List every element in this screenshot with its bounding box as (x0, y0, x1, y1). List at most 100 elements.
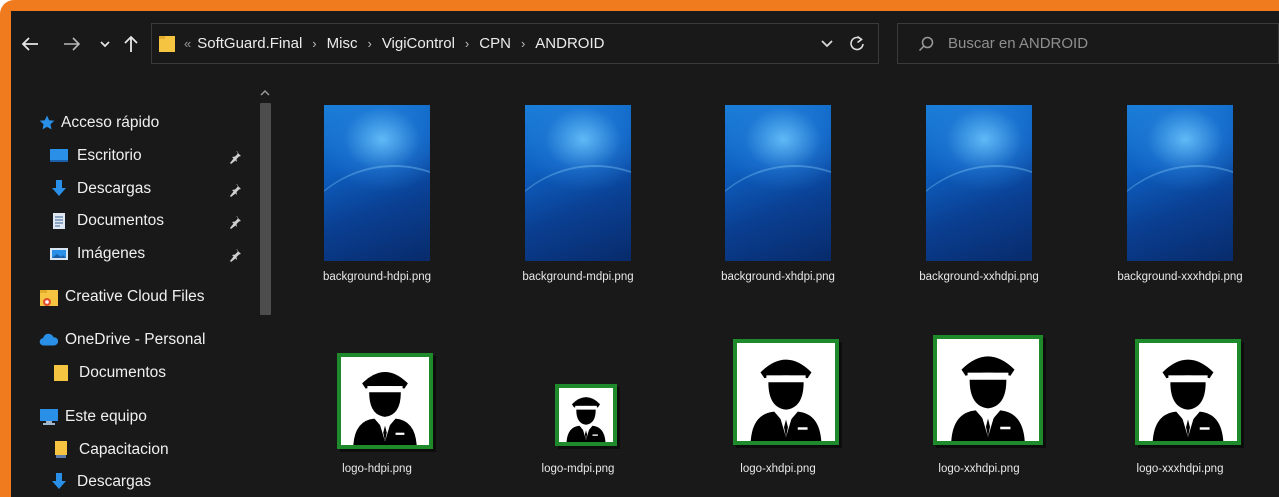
file-name: logo-mdpi.png (541, 463, 615, 475)
image-thumbnail (555, 384, 617, 446)
file-item[interactable]: logo-xhdpi.png (688, 329, 868, 479)
image-thumbnail (337, 353, 433, 449)
file-item[interactable]: logo-mdpi.png (488, 329, 668, 479)
file-item[interactable]: background-hdpi.png (287, 91, 467, 291)
scrollbar-thumb[interactable] (260, 103, 271, 315)
file-name: background-xxxhdpi.png (1117, 271, 1243, 283)
onedrive-cloud-icon (39, 330, 59, 350)
security-guard-icon (1152, 359, 1224, 441)
scroll-up-icon[interactable] (260, 85, 270, 96)
chevron-down-icon (100, 41, 110, 48)
pin-icon[interactable] (228, 150, 242, 164)
security-guard-icon (951, 356, 1025, 441)
star-icon (37, 113, 57, 133)
arrow-left-icon (21, 37, 38, 51)
sidebar-item-desktop[interactable]: Escritorio (49, 141, 142, 171)
search-icon (918, 36, 934, 52)
recent-locations-button[interactable] (97, 31, 113, 57)
sidebar-item-onedrive[interactable]: OneDrive - Personal (39, 325, 205, 355)
sidebar-item-downloads[interactable]: Descargas (49, 174, 151, 204)
breadcrumb-overflow[interactable]: « (184, 36, 191, 51)
file-list: background-hdpi.png background-mdpi.png … (274, 79, 1279, 497)
breadcrumb-separator-icon[interactable]: › (367, 36, 371, 51)
address-bar[interactable]: « SoftGuard.Final › Misc › VigiControl ›… (151, 23, 879, 64)
breadcrumb-item[interactable]: CPN (479, 35, 511, 52)
sidebar-item-documents[interactable]: Documentos (49, 206, 164, 236)
breadcrumb-separator-icon[interactable]: › (312, 36, 316, 51)
sidebar-item-this-pc-downloads[interactable]: Descargas (49, 467, 151, 497)
file-name: background-hdpi.png (322, 271, 432, 283)
search-input[interactable] (948, 35, 1248, 52)
forward-button[interactable] (59, 31, 85, 57)
image-thumbnail (525, 105, 631, 261)
navigation-toolbar: « SoftGuard.Final › Misc › VigiControl ›… (11, 11, 1279, 79)
breadcrumb-item[interactable]: SoftGuard.Final (197, 35, 302, 52)
sidebar-item-label: Descargas (77, 473, 152, 490)
image-thumbnail (1127, 105, 1233, 261)
image-thumbnail (324, 105, 430, 261)
breadcrumb-item[interactable]: VigiControl (382, 35, 455, 52)
breadcrumb-item[interactable]: ANDROID (535, 35, 604, 52)
sidebar-item-label: Descargas (77, 180, 152, 197)
sidebar-item-label: Documentos (77, 212, 165, 229)
file-name: logo-xxxhdpi.png (1136, 463, 1224, 475)
image-thumbnail (725, 105, 831, 261)
back-button[interactable] (17, 31, 43, 57)
sidebar-item-quick-access[interactable]: Acceso rápido (37, 108, 159, 138)
breadcrumb-separator-icon[interactable]: › (465, 36, 469, 51)
arrow-up-icon (124, 35, 138, 52)
address-history-dropdown[interactable] (820, 36, 834, 50)
sidebar-item-label: Capacitacion (79, 441, 169, 458)
breadcrumb-item[interactable]: Misc (327, 35, 358, 52)
security-guard-icon (750, 359, 822, 441)
breadcrumb-separator-icon[interactable]: › (521, 36, 525, 51)
refresh-icon (850, 35, 864, 51)
computer-icon (39, 407, 59, 427)
documents-icon (49, 211, 69, 231)
image-thumbnail (933, 335, 1043, 445)
sidebar-item-creative-cloud[interactable]: Creative Cloud Files (39, 282, 205, 312)
folder-icon (51, 363, 71, 383)
file-name: background-mdpi.png (522, 271, 634, 283)
breadcrumb: SoftGuard.Final › Misc › VigiControl › C… (197, 35, 604, 52)
file-name: logo-xhdpi.png (740, 463, 816, 475)
file-name: logo-xxhdpi.png (938, 463, 1020, 475)
pin-icon[interactable] (228, 183, 242, 197)
file-item[interactable]: logo-hdpi.png (287, 329, 467, 479)
file-item[interactable]: background-xxxhdpi.png (1090, 91, 1270, 291)
sidebar-item-label: Creative Cloud Files (65, 288, 205, 305)
sidebar-item-this-pc[interactable]: Este equipo (39, 402, 147, 432)
image-thumbnail (926, 105, 1032, 261)
folder-icon (51, 440, 71, 460)
file-item[interactable]: logo-xxxhdpi.png (1090, 329, 1270, 479)
file-name: logo-hdpi.png (342, 463, 412, 475)
sidebar-item-capacitacion[interactable]: Capacitacion (51, 435, 169, 465)
file-item[interactable]: background-mdpi.png (488, 91, 668, 291)
sidebar-item-label: Este equipo (65, 408, 147, 425)
chevron-down-icon (821, 40, 833, 48)
desktop-icon (49, 146, 69, 166)
sidebar-item-label: OneDrive - Personal (65, 331, 206, 348)
search-box[interactable] (897, 23, 1279, 64)
file-item[interactable]: background-xhdpi.png (688, 91, 868, 291)
file-name: background-xxhdpi.png (919, 271, 1039, 283)
refresh-button[interactable] (848, 34, 866, 52)
navigation-pane: Acceso rápido Escritorio Descargas Docum… (11, 79, 274, 497)
security-guard-icon (566, 397, 606, 442)
download-icon (49, 472, 69, 492)
sidebar-item-onedrive-documents[interactable]: Documentos (51, 358, 166, 388)
file-item[interactable]: background-xxhdpi.png (889, 91, 1069, 291)
download-icon (49, 179, 69, 199)
pin-icon[interactable] (228, 215, 242, 229)
file-explorer-window: « SoftGuard.Final › Misc › VigiControl ›… (11, 11, 1279, 497)
file-item[interactable]: logo-xxhdpi.png (889, 329, 1069, 479)
sidebar-scrollbar[interactable] (256, 79, 274, 497)
sidebar-item-label: Imágenes (77, 245, 146, 262)
sidebar-item-pictures[interactable]: Imágenes (49, 239, 145, 269)
image-thumbnail (1135, 339, 1241, 445)
up-button[interactable] (120, 31, 142, 57)
pin-icon[interactable] (228, 248, 242, 262)
file-name: background-xhdpi.png (721, 271, 835, 283)
creative-cloud-folder-icon (39, 287, 59, 307)
arrow-right-icon (64, 37, 81, 51)
